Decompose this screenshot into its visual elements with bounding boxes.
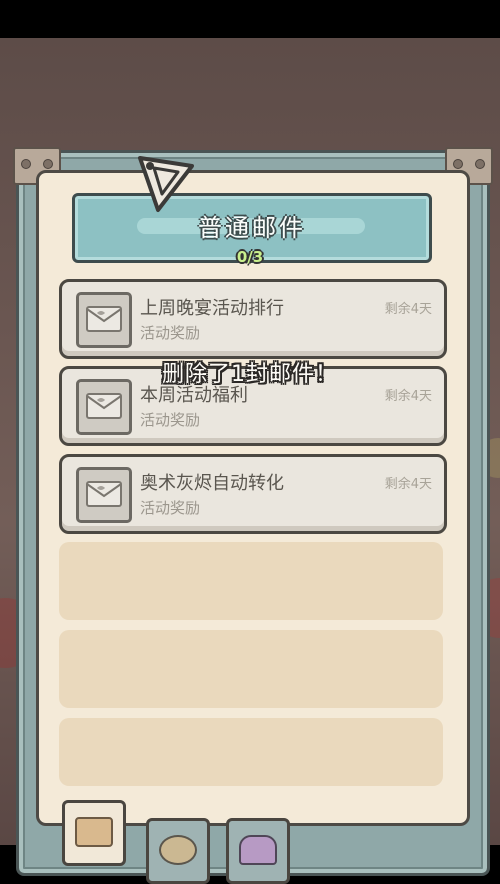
- mail-item[interactable]: 奥术灰烬自动转化 活动奖励 剩余4天: [59, 454, 447, 534]
- status-bar: [0, 0, 500, 38]
- mail-title: 奥术灰烬自动转化: [140, 473, 284, 494]
- mail-subtitle: 活动奖励: [140, 411, 201, 429]
- tab-character[interactable]: [226, 818, 290, 884]
- empty-mail-slot: [59, 630, 443, 708]
- mail-tab-icon: [75, 817, 113, 847]
- mail-title: 上周晚宴活动排行: [140, 298, 284, 319]
- mail-subtitle: 活动奖励: [140, 499, 201, 517]
- envelope-icon: [76, 379, 132, 435]
- snail-tab-icon: [159, 835, 197, 865]
- tab-snail[interactable]: [146, 818, 210, 884]
- mail-item[interactable]: 上周晚宴活动排行 活动奖励 剩余4天: [59, 279, 447, 359]
- page-title: 普通邮件: [198, 214, 306, 242]
- mail-remaining-time: 剩余4天: [384, 389, 432, 404]
- mail-remaining-time: 剩余4天: [384, 302, 432, 317]
- empty-mail-slot: [59, 542, 443, 620]
- tab-mail[interactable]: [62, 800, 126, 866]
- mail-subtitle: 活动奖励: [140, 324, 201, 342]
- mail-counter: 0/3: [236, 248, 264, 266]
- mail-remaining-time: 剩余4天: [384, 477, 432, 492]
- character-tab-icon: [239, 835, 277, 865]
- triangle-tag-icon: [138, 156, 194, 212]
- empty-mail-slot: [59, 718, 443, 786]
- toast-message: 删除了1封邮件！: [162, 362, 338, 387]
- envelope-icon: [76, 467, 132, 523]
- envelope-icon: [76, 292, 132, 348]
